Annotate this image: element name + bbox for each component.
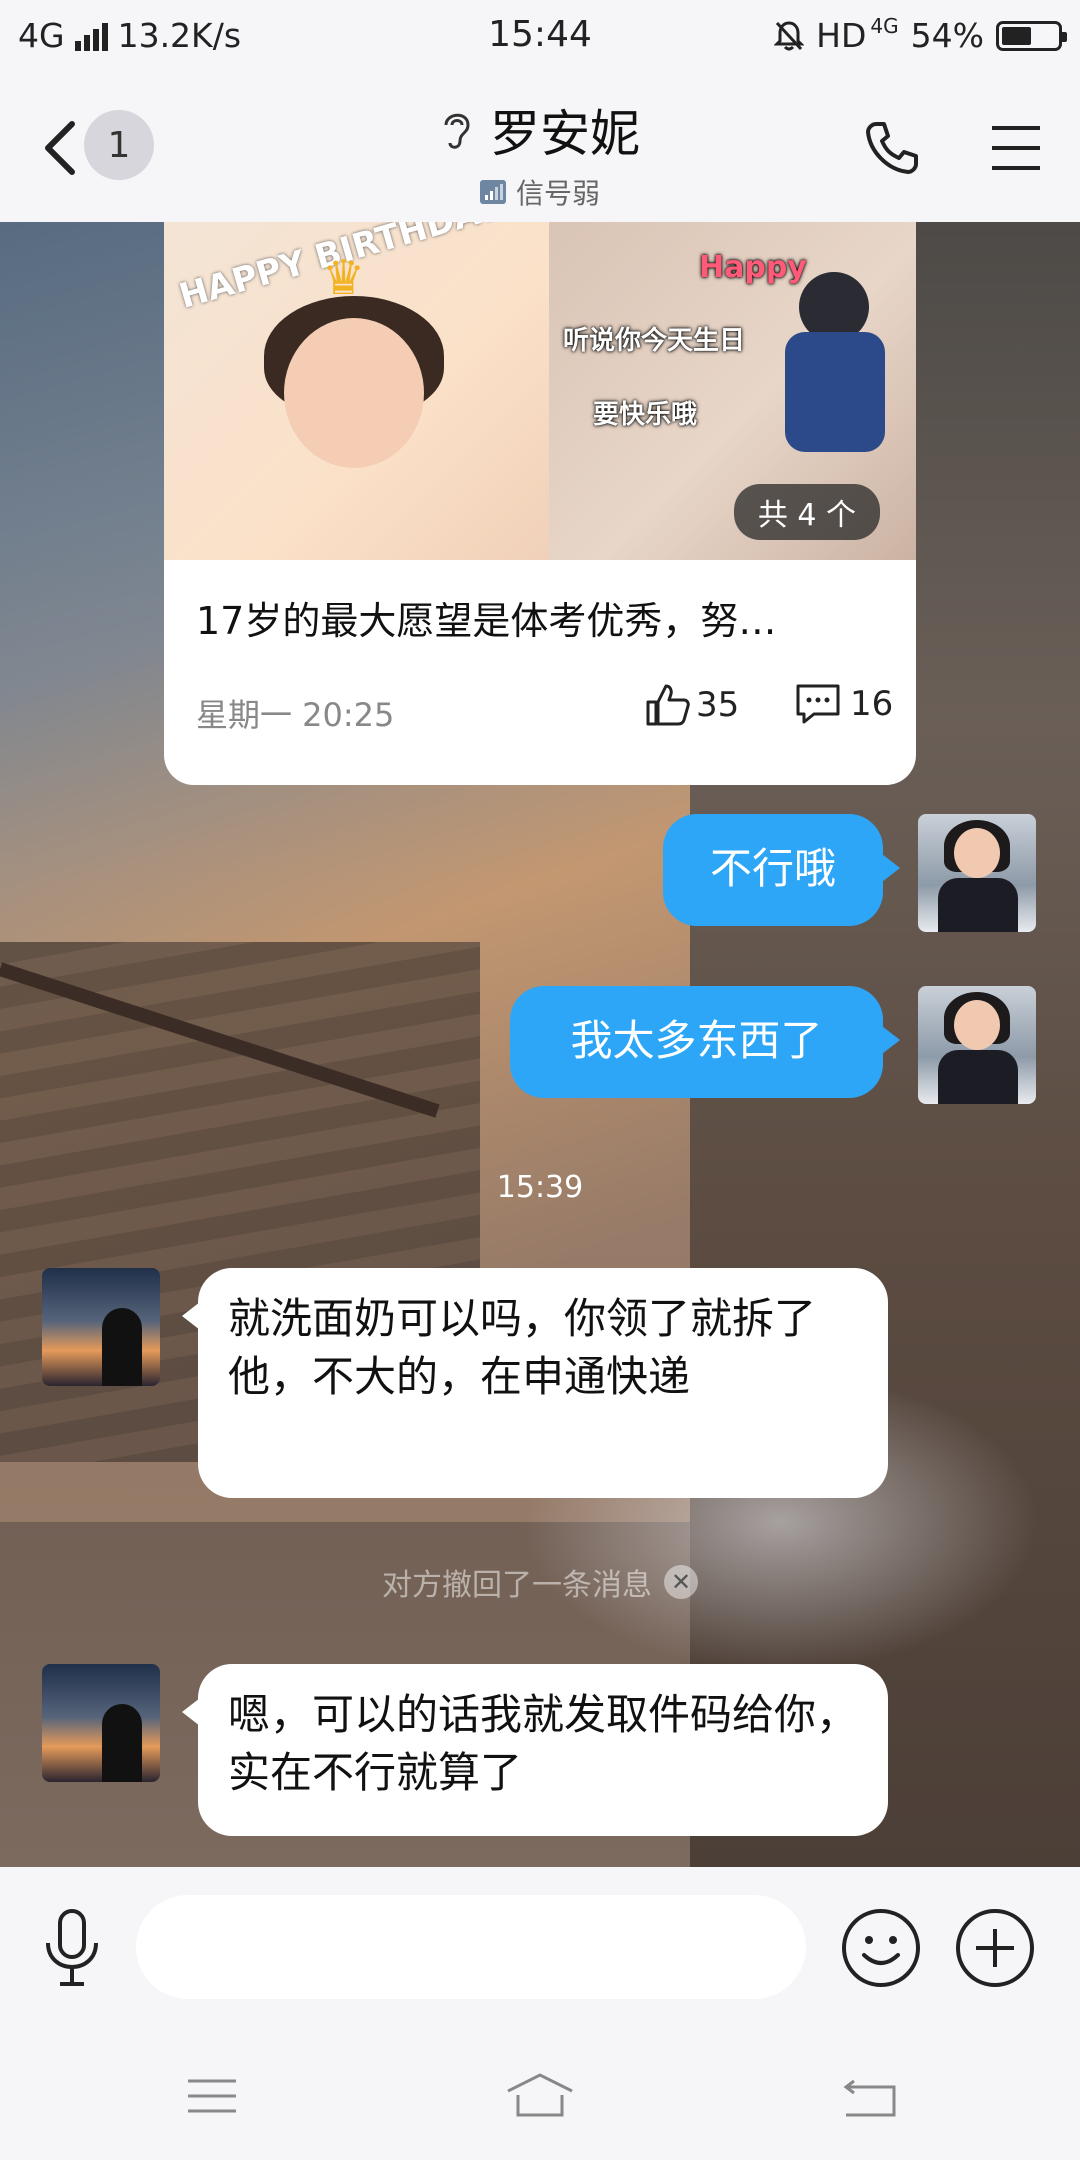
nav-menu-icon[interactable] (182, 2071, 242, 2121)
post-time: 星期一 20:25 (196, 696, 395, 734)
image-caption-1: 听说你今天生日 (563, 326, 746, 356)
close-icon[interactable]: ✕ (664, 1565, 698, 1599)
image-caption-2: 要快乐哦 (593, 400, 698, 430)
crown-icon: ♛ (322, 250, 366, 306)
status-right: HD 4G 54% (774, 13, 1067, 55)
phone-icon[interactable] (862, 118, 922, 178)
connection-status: 信号弱 (0, 172, 1080, 212)
avatar-body (938, 1050, 1018, 1104)
avatar-body (938, 878, 1018, 932)
mute-bell-icon (774, 20, 805, 50)
nav-home-icon[interactable] (504, 2071, 576, 2121)
my-avatar[interactable] (918, 986, 1036, 1104)
hd-network: 4G (870, 13, 899, 38)
comment-count: 16 (850, 684, 894, 724)
system-nav-bar (0, 2027, 1080, 2160)
shared-post-card[interactable]: HAPPY BIRTHDAY ♛ Happy 听说你今天生日 要快乐哦 共 4 … (164, 222, 916, 785)
signal-weak-icon (479, 180, 506, 204)
avatar-face (954, 1000, 1000, 1050)
emoji-icon[interactable] (840, 1907, 922, 1989)
happy-text: Happy (699, 250, 807, 285)
message-bubble-in[interactable]: 嗯，可以的话我就发取件码给你，实在不行就算了 (198, 1664, 888, 1836)
thumbs-up-icon (646, 684, 690, 726)
message-timestamp: 15:39 (496, 1170, 584, 1205)
message-bubble-out[interactable]: 我太多东西了 (510, 986, 883, 1098)
battery-icon (996, 20, 1067, 51)
post-image-2[interactable]: Happy 听说你今天生日 要快乐哦 共 4 个 (549, 222, 916, 560)
post-title: 17岁的最大愿望是体考优秀，努… (196, 599, 777, 643)
my-avatar[interactable] (918, 814, 1036, 932)
plus-icon[interactable] (954, 1907, 1036, 1989)
nav-back-icon[interactable] (840, 2071, 900, 2121)
avatar-silhouette (102, 1704, 142, 1782)
avatar-face (954, 828, 1000, 878)
post-images[interactable]: HAPPY BIRTHDAY ♛ Happy 听说你今天生日 要快乐哦 共 4 … (164, 222, 916, 560)
avatar-silhouette (102, 1308, 142, 1386)
mic-icon[interactable] (40, 1907, 104, 1989)
hd-label: HD (816, 16, 867, 55)
comment-button[interactable]: 16 (794, 682, 893, 726)
like-count: 35 (696, 685, 740, 725)
menu-icon[interactable] (990, 122, 1042, 174)
chat-area[interactable]: HAPPY BIRTHDAY ♛ Happy 听说你今天生日 要快乐哦 共 4 … (0, 222, 1080, 1867)
contact-avatar[interactable] (42, 1268, 160, 1386)
contact-title[interactable]: 罗安妮 (440, 94, 640, 166)
connection-label: 信号弱 (515, 177, 600, 210)
status-bar: 4G 13.2K/s 15:44 HD 4G 54% (0, 0, 1080, 74)
comment-icon (796, 684, 840, 724)
message-bubble-out[interactable]: 不行哦 (663, 814, 883, 926)
image-count-badge: 共 4 个 (733, 484, 880, 540)
contact-avatar[interactable] (42, 1664, 160, 1782)
bubble-tail (882, 854, 900, 882)
child-body (785, 332, 885, 452)
post-image-1[interactable]: HAPPY BIRTHDAY ♛ (164, 222, 549, 560)
battery-percent: 54% (910, 16, 984, 55)
like-button[interactable]: 35 (644, 682, 739, 728)
recall-text: 对方撤回了一条消息 (382, 1568, 652, 1603)
bubble-tail (882, 1026, 900, 1054)
input-bar (0, 1867, 1080, 2027)
chat-header: 1 罗安妮 信号弱 (0, 74, 1080, 222)
message-bubble-in[interactable]: 就洗面奶可以吗，你领了就拆了他，不大的，在申通快递 (198, 1268, 888, 1498)
message-input[interactable] (136, 1895, 806, 1999)
ear-icon (444, 113, 470, 149)
child-face (284, 318, 424, 468)
contact-name: 罗安妮 (490, 105, 640, 163)
recall-notice: 对方撤回了一条消息 ✕ (0, 1560, 1080, 1604)
